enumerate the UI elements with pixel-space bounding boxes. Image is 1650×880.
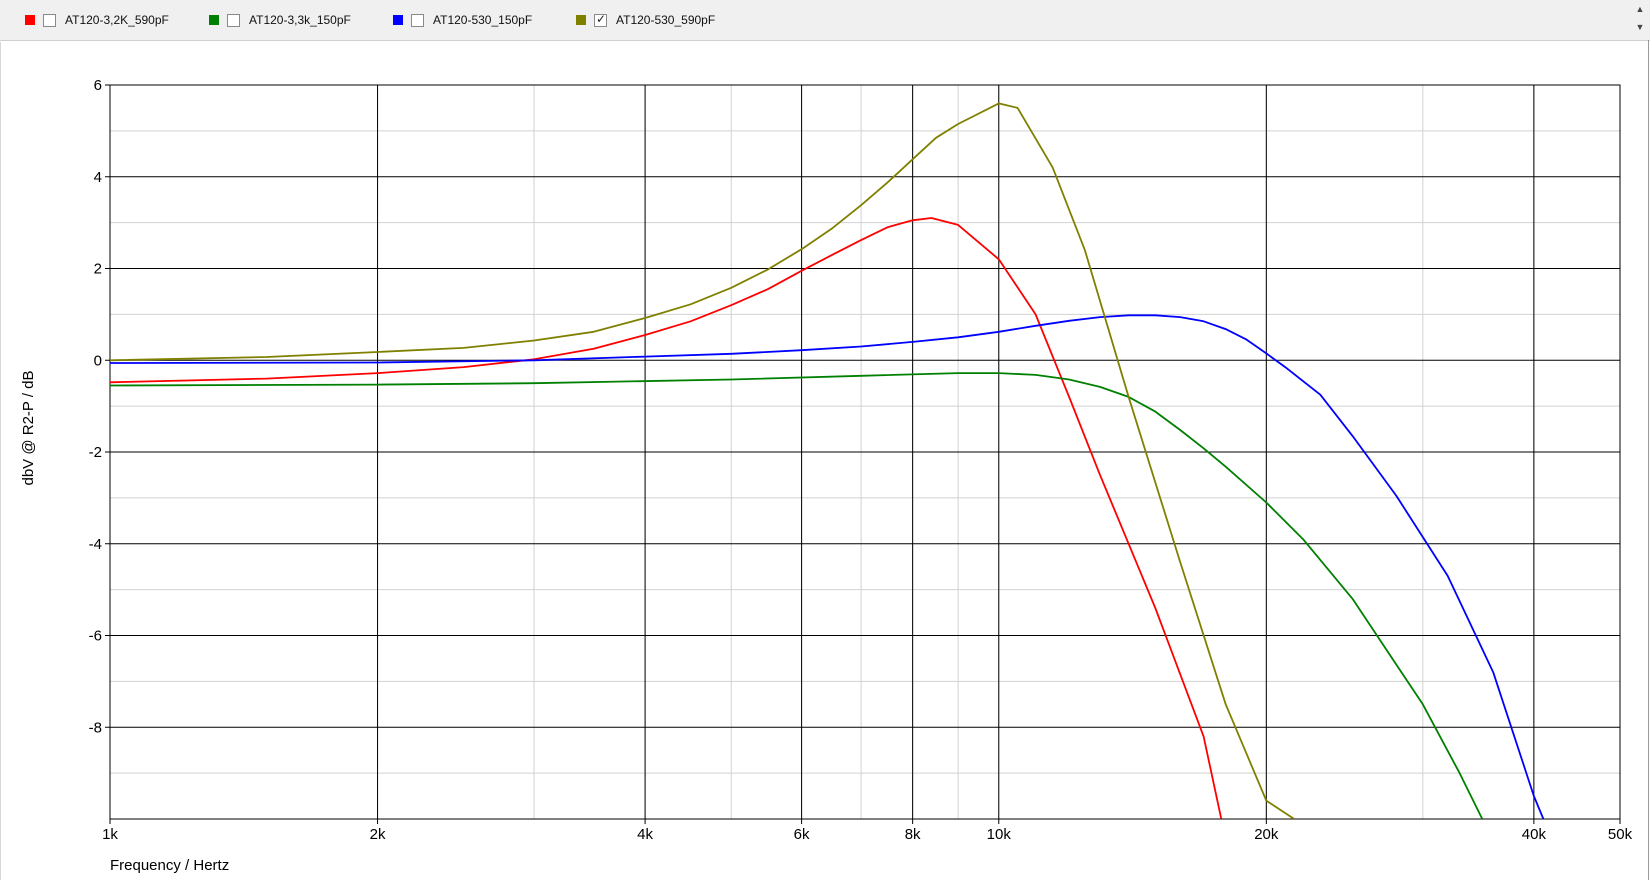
series-line — [110, 372, 1484, 819]
x-tick-label: 8k — [905, 826, 921, 843]
y-tick-label: 6 — [94, 77, 102, 94]
x-axis-title: Frequency / Hertz — [110, 857, 229, 874]
series-line — [110, 217, 1223, 819]
x-tick-label: 6k — [794, 826, 810, 843]
x-tick-label: 50k — [1608, 826, 1633, 843]
x-tick-label: 20k — [1254, 826, 1279, 843]
y-tick-label: 0 — [94, 352, 102, 369]
x-tick-label: 40k — [1522, 826, 1547, 843]
y-tick-label: 4 — [94, 169, 102, 186]
x-tick-label: 4k — [637, 826, 653, 843]
y-tick-label: 2 — [94, 261, 102, 278]
frequency-response-chart: dbV @ R2-P / dB Frequency / Hertz 1k 2k 4k… — [20, 77, 1633, 874]
x-tick-label: 2k — [370, 826, 386, 843]
y-axis-title: dbV @ R2-P / dB — [20, 370, 37, 485]
x-tick-label: 1k — [102, 826, 118, 843]
y-tick-label: -2 — [89, 444, 102, 461]
series-line — [110, 102, 1295, 819]
y-tick-label: -6 — [89, 628, 102, 645]
series-line — [110, 314, 1545, 819]
y-tick-label: -4 — [89, 536, 102, 553]
x-tick-label: 10k — [987, 826, 1012, 843]
y-tick-label: -8 — [89, 719, 102, 736]
